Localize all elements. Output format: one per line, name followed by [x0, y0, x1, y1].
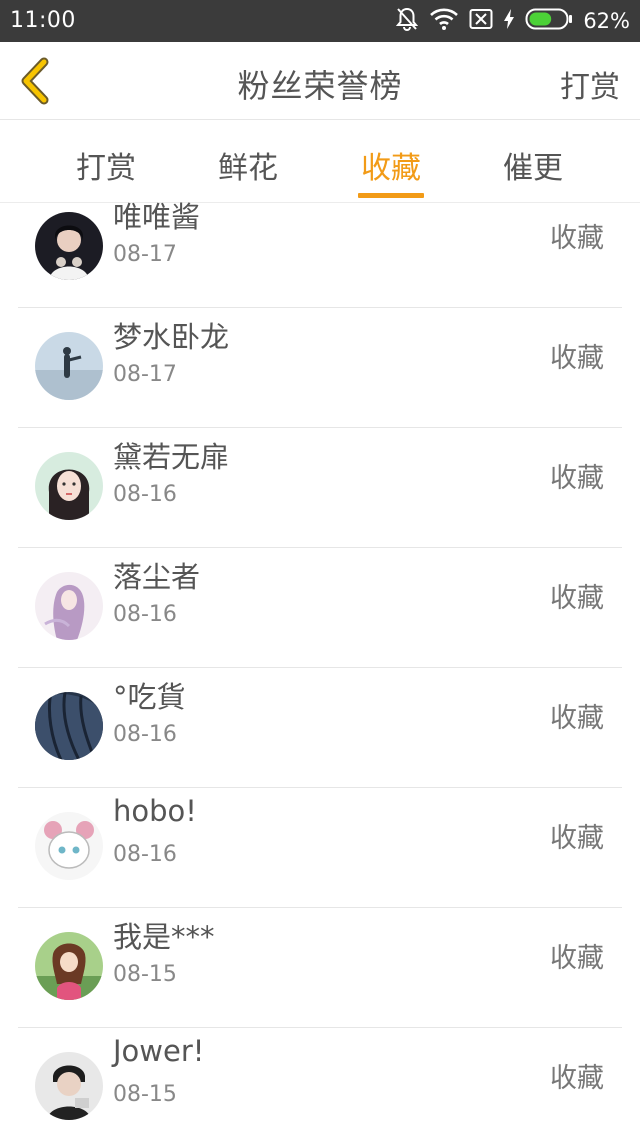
type-label: 收藏	[550, 703, 604, 734]
list-item[interactable]: 落尘者 08-16 收藏	[18, 548, 622, 668]
date: 08-17	[113, 242, 177, 267]
type-label: 收藏	[550, 463, 604, 494]
avatar	[35, 572, 103, 640]
date: 08-17	[113, 362, 177, 387]
user-name: hobo!	[113, 794, 197, 828]
type-label: 收藏	[550, 343, 604, 374]
avatar	[35, 212, 103, 280]
type-label: 收藏	[550, 583, 604, 614]
tab-favorites[interactable]: 收藏	[341, 143, 441, 187]
list-item[interactable]: 我是*** 08-15 收藏	[18, 908, 622, 1028]
tab-reward[interactable]: 打赏	[56, 143, 156, 187]
user-name: 我是***	[113, 920, 215, 954]
list-item[interactable]: hobo! 08-16 收藏	[18, 788, 622, 908]
battery-icon	[525, 8, 573, 34]
type-label: 收藏	[550, 943, 604, 974]
avatar	[35, 1052, 103, 1120]
type-label: 收藏	[550, 223, 604, 254]
user-name: °吃貨	[113, 680, 186, 714]
list-item[interactable]: °吃貨 08-16 收藏	[18, 668, 622, 788]
user-name: 唯唯酱	[113, 200, 201, 234]
sim-off-icon	[469, 8, 493, 34]
date: 08-16	[113, 602, 177, 627]
status-icons: 62%	[395, 6, 630, 36]
avatar	[35, 332, 103, 400]
wifi-icon	[429, 7, 459, 35]
status-time: 11:00	[10, 8, 76, 33]
avatar	[35, 812, 103, 880]
user-name: Jower!	[113, 1034, 205, 1068]
list-item[interactable]: 梦水卧龙 08-17 收藏	[18, 308, 622, 428]
avatar	[35, 692, 103, 760]
list-item[interactable]: 唯唯酱 08-17 收藏	[18, 188, 622, 308]
list-item[interactable]: Jower! 08-15 收藏	[18, 1028, 622, 1138]
date: 08-15	[113, 962, 177, 987]
user-name: 梦水卧龙	[113, 320, 230, 354]
status-bar: 11:00 62%	[0, 0, 640, 42]
type-label: 收藏	[550, 823, 604, 854]
battery-percent: 62%	[583, 9, 630, 33]
charging-icon	[503, 8, 515, 34]
app-header: 粉丝荣誉榜 打赏	[0, 42, 640, 120]
date: 08-15	[113, 1082, 177, 1107]
avatar	[35, 932, 103, 1000]
list-item[interactable]: 黛若无扉 08-16 收藏	[18, 428, 622, 548]
avatar	[35, 452, 103, 520]
user-name: 黛若无扉	[113, 440, 230, 474]
page-title: 粉丝荣誉榜	[237, 67, 403, 105]
type-label: 收藏	[550, 1063, 604, 1094]
date: 08-16	[113, 482, 177, 507]
bell-off-icon	[395, 6, 419, 36]
date: 08-16	[113, 842, 177, 867]
user-name: 落尘者	[113, 560, 201, 594]
reward-button[interactable]: 打赏	[560, 62, 620, 106]
date: 08-16	[113, 722, 177, 747]
tab-flowers[interactable]: 鲜花	[198, 143, 298, 187]
tab-urge-update[interactable]: 催更	[483, 143, 583, 187]
